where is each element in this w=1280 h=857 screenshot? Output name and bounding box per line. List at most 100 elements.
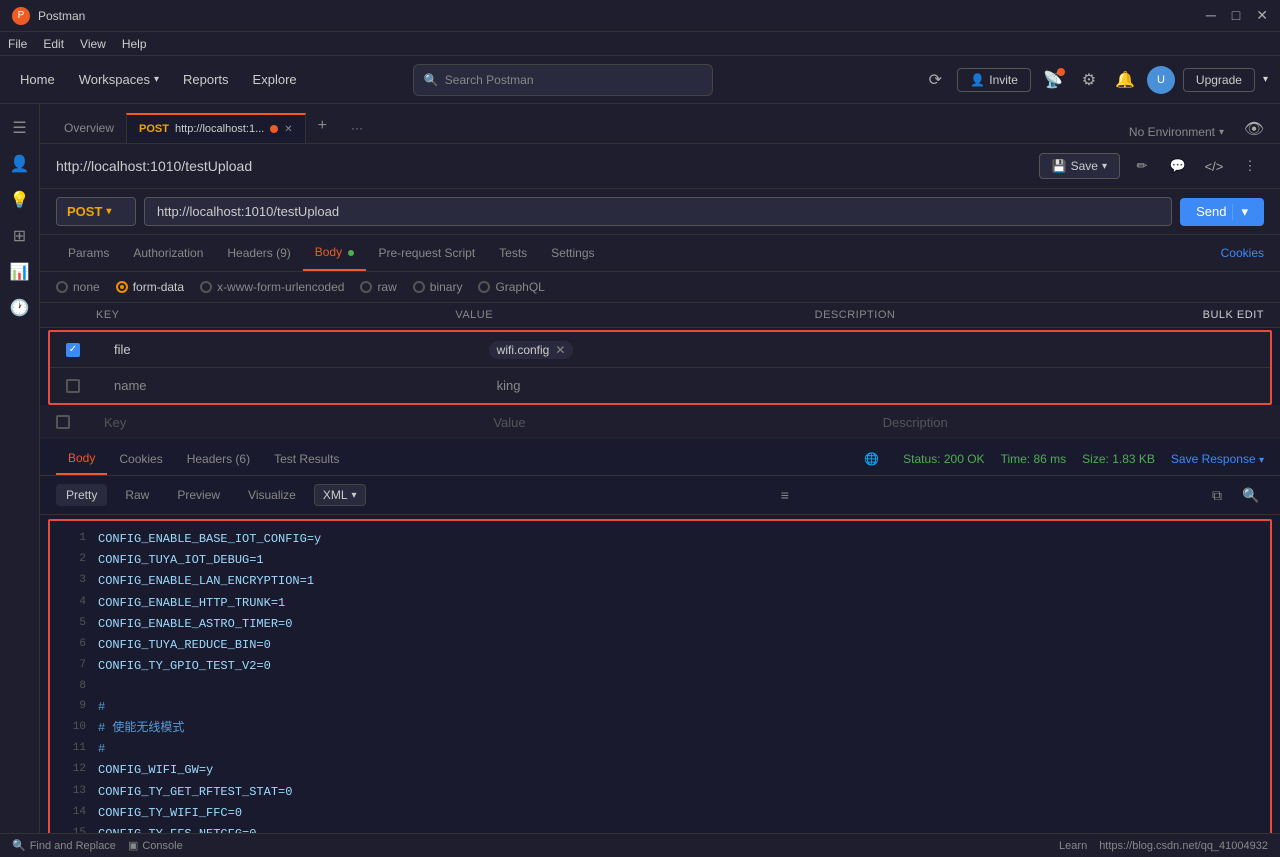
tab-more-button[interactable]: ··· bbox=[339, 113, 375, 143]
radio-graphql[interactable]: GraphQL bbox=[478, 280, 544, 294]
sidebar-icon-environments[interactable]: 💡 bbox=[4, 184, 36, 216]
radio-raw[interactable]: raw bbox=[360, 280, 396, 294]
sidebar-icon-collections[interactable]: ☰ bbox=[4, 112, 36, 144]
save-response-button[interactable]: Save Response ▾ bbox=[1171, 452, 1264, 466]
form-row-2-desc[interactable] bbox=[871, 382, 1254, 390]
find-replace-button[interactable]: 🔍 Find and Replace bbox=[12, 839, 116, 852]
req-tab-authorization[interactable]: Authorization bbox=[121, 236, 215, 270]
tab-close-button[interactable]: ✕ bbox=[284, 124, 292, 135]
search-icon: 🔍 bbox=[424, 73, 439, 87]
window-controls[interactable]: ─ □ ✕ bbox=[1206, 7, 1268, 24]
globe-icon: 🌐 bbox=[864, 452, 879, 466]
bottom-right: Learn https://blog.csdn.net/qq_41004932 bbox=[1059, 840, 1268, 852]
save-button[interactable]: 💾 Save ▾ bbox=[1039, 153, 1120, 179]
upgrade-button[interactable]: Upgrade bbox=[1183, 68, 1255, 92]
menu-help[interactable]: Help bbox=[122, 37, 147, 51]
menu-edit[interactable]: Edit bbox=[43, 37, 64, 51]
req-tab-settings[interactable]: Settings bbox=[539, 236, 606, 270]
code-icon[interactable]: </> bbox=[1200, 152, 1228, 180]
nav-workspaces[interactable]: Workspaces ▾ bbox=[71, 68, 167, 91]
resp-fmt-raw[interactable]: Raw bbox=[115, 484, 159, 506]
file-badge-remove[interactable]: ✕ bbox=[555, 343, 565, 357]
code-text: CONFIG_TUYA_IOT_DEBUG=1 bbox=[98, 551, 264, 570]
eye-icon[interactable]: 👁 bbox=[1240, 115, 1268, 143]
req-tab-prerequest[interactable]: Pre-request Script bbox=[366, 236, 487, 270]
resp-fmt-visualize[interactable]: Visualize bbox=[238, 484, 306, 506]
search-response-icon[interactable]: 🔍 bbox=[1238, 482, 1264, 508]
line-number: 12 bbox=[58, 761, 86, 780]
antenna-icon[interactable]: 📡 bbox=[1039, 66, 1067, 94]
resp-tab-cookies[interactable]: Cookies bbox=[107, 444, 174, 474]
comment-icon[interactable]: 💬 bbox=[1164, 152, 1192, 180]
titlebar: P Postman ─ □ ✕ bbox=[0, 0, 1280, 32]
req-tab-tests[interactable]: Tests bbox=[487, 236, 539, 270]
radio-form-data[interactable]: form-data bbox=[116, 280, 184, 294]
filter-icon[interactable]: ≡ bbox=[772, 482, 798, 508]
resp-fmt-pretty[interactable]: Pretty bbox=[56, 484, 107, 506]
tab-overview[interactable]: Overview bbox=[52, 113, 126, 143]
radio-none[interactable]: none bbox=[56, 280, 100, 294]
line-number: 11 bbox=[58, 740, 86, 759]
sidebar-icon-history[interactable]: 🕐 bbox=[4, 292, 36, 324]
maximize-button[interactable]: □ bbox=[1232, 7, 1240, 24]
form-row-2-checkbox[interactable] bbox=[66, 379, 80, 393]
resp-tab-body[interactable]: Body bbox=[56, 443, 107, 475]
bell-icon[interactable]: 🔔 bbox=[1111, 66, 1139, 94]
menu-file[interactable]: File bbox=[8, 37, 27, 51]
send-button[interactable]: Send ▾ bbox=[1180, 198, 1264, 226]
empty-value[interactable]: Value bbox=[485, 411, 874, 434]
sync-icon[interactable]: ⟳ bbox=[921, 66, 949, 94]
method-select[interactable]: POST ▾ bbox=[56, 197, 136, 226]
resp-tab-test-results[interactable]: Test Results bbox=[262, 444, 351, 474]
invite-button[interactable]: 👤 Invite bbox=[957, 68, 1031, 92]
bulk-edit-button[interactable]: Bulk Edit bbox=[1174, 309, 1264, 321]
upgrade-chevron-icon[interactable]: ▾ bbox=[1263, 74, 1268, 85]
req-tab-body[interactable]: Body bbox=[303, 235, 367, 271]
form-row-2-value[interactable]: king bbox=[489, 374, 872, 397]
edit-icon[interactable]: ✏ bbox=[1128, 152, 1156, 180]
nav-reports[interactable]: Reports bbox=[175, 68, 237, 91]
empty-key[interactable]: Key bbox=[96, 411, 485, 434]
response-format-bar: Pretty Raw Preview Visualize XML ▾ ≡ ⧉ 🔍 bbox=[40, 476, 1280, 515]
sidebar-icon-mocks[interactable]: ⊞ bbox=[4, 220, 36, 252]
resp-tab-headers[interactable]: Headers (6) bbox=[175, 444, 262, 474]
search-bar[interactable]: 🔍 Search Postman bbox=[413, 64, 713, 96]
form-row-2-key[interactable]: name bbox=[106, 374, 489, 397]
tab-add-button[interactable]: + bbox=[306, 109, 339, 143]
tab-current-request[interactable]: POST http://localhost:1... ✕ bbox=[126, 113, 306, 143]
close-button[interactable]: ✕ bbox=[1256, 7, 1268, 24]
empty-row-checkbox[interactable] bbox=[56, 415, 70, 429]
form-row-1-desc[interactable] bbox=[871, 346, 1254, 354]
menu-view[interactable]: View bbox=[80, 37, 106, 51]
nav-explore[interactable]: Explore bbox=[245, 68, 305, 91]
csdn-link[interactable]: https://blog.csdn.net/qq_41004932 bbox=[1099, 840, 1268, 852]
sidebar-icon-monitors[interactable]: 📊 bbox=[4, 256, 36, 288]
user-avatar[interactable]: U bbox=[1147, 66, 1175, 94]
copy-icon[interactable]: ⧉ bbox=[1204, 482, 1230, 508]
radio-urlencoded[interactable]: x-www-form-urlencoded bbox=[200, 280, 344, 294]
response-format-right: ≡ bbox=[772, 482, 798, 508]
save-chevron-icon: ▾ bbox=[1102, 161, 1107, 172]
minimize-button[interactable]: ─ bbox=[1206, 7, 1216, 24]
learn-link[interactable]: Learn bbox=[1059, 840, 1087, 852]
more-icon[interactable]: ⋮ bbox=[1236, 152, 1264, 180]
nav-home[interactable]: Home bbox=[12, 68, 63, 91]
resp-fmt-preview[interactable]: Preview bbox=[167, 484, 230, 506]
req-tab-params[interactable]: Params bbox=[56, 236, 121, 270]
code-line: 10# 使能无线模式 bbox=[50, 718, 1270, 739]
settings-icon[interactable]: ⚙ bbox=[1075, 66, 1103, 94]
console-button[interactable]: ▣ Console bbox=[128, 839, 183, 852]
radio-binary[interactable]: binary bbox=[413, 280, 463, 294]
xml-format-select[interactable]: XML ▾ bbox=[314, 484, 366, 506]
empty-desc[interactable]: Description bbox=[875, 411, 1264, 434]
cookies-link[interactable]: Cookies bbox=[1221, 246, 1264, 260]
url-input[interactable] bbox=[144, 197, 1172, 226]
code-line: 3CONFIG_ENABLE_LAN_ENCRYPTION=1 bbox=[50, 571, 1270, 592]
response-code-area[interactable]: 1CONFIG_ENABLE_BASE_IOT_CONFIG=y2CONFIG_… bbox=[48, 519, 1272, 853]
environment-selector[interactable]: No Environment ▾ bbox=[1121, 121, 1232, 143]
sidebar-icon-apis[interactable]: 👤 bbox=[4, 148, 36, 180]
send-arrow-icon[interactable]: ▾ bbox=[1232, 204, 1248, 220]
form-row-1-key[interactable]: file bbox=[106, 338, 489, 361]
req-tab-headers[interactable]: Headers (9) bbox=[215, 236, 302, 270]
form-row-1-checkbox[interactable]: ✓ bbox=[66, 343, 80, 357]
